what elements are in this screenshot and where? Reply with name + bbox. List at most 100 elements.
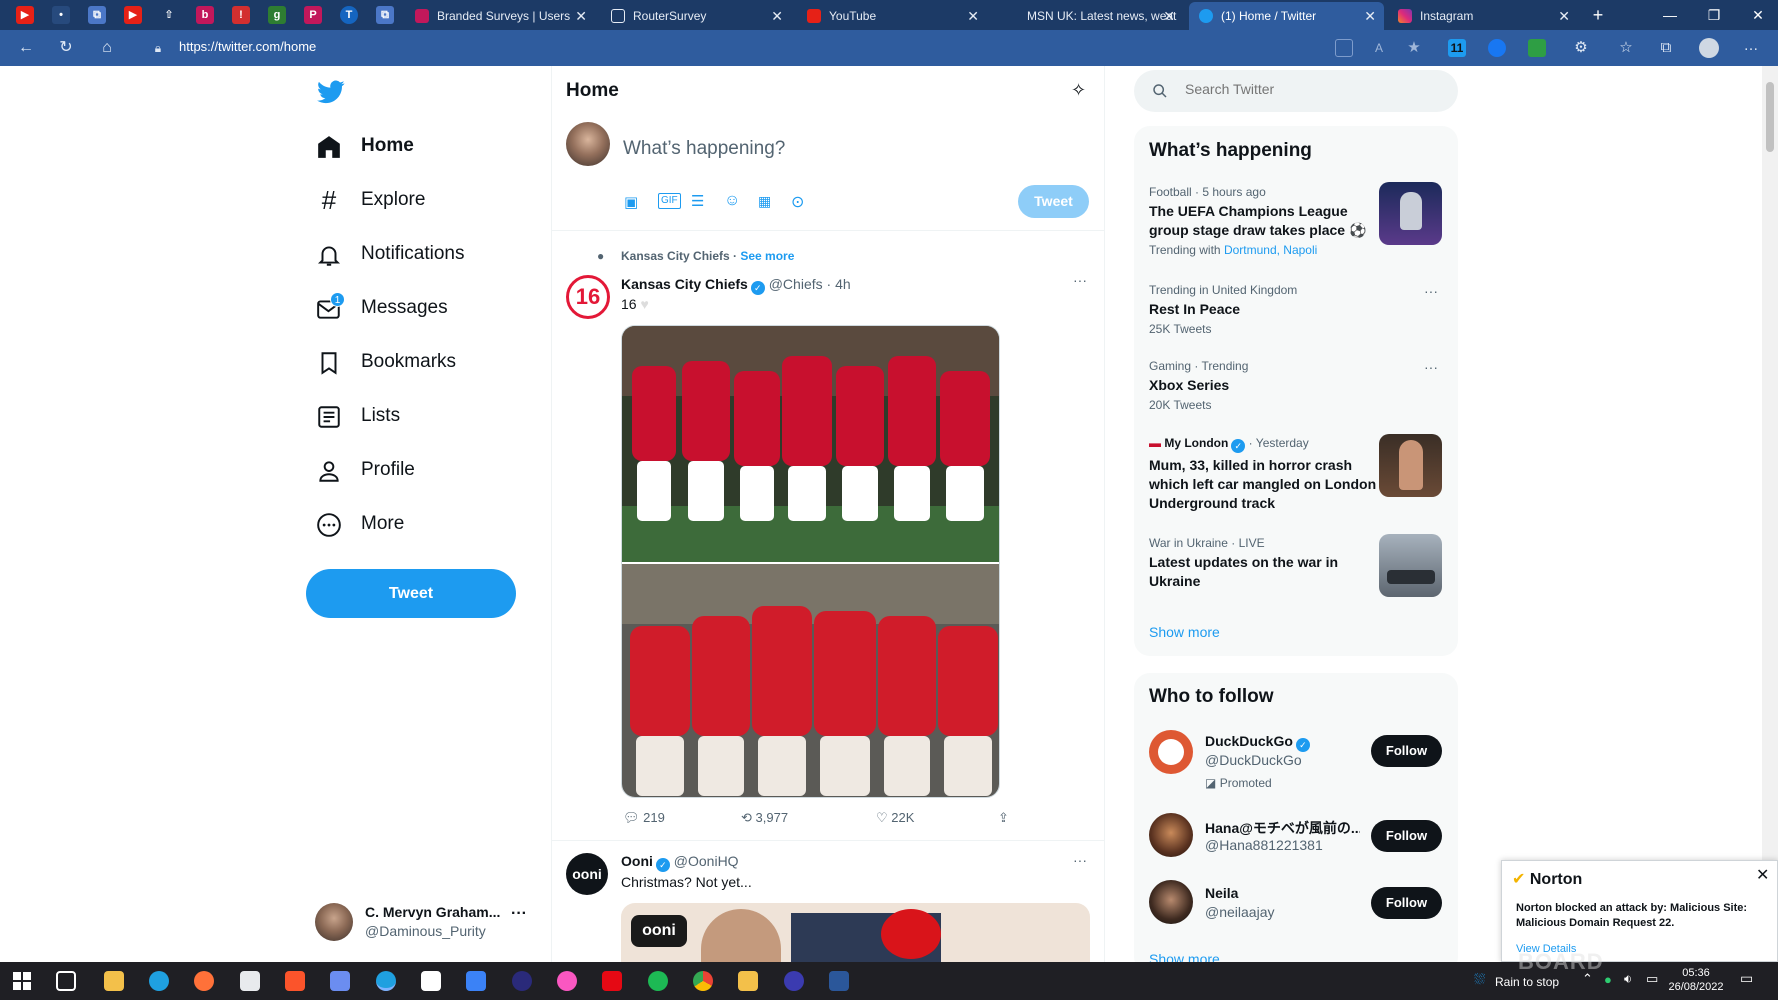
- url-field[interactable]: https://twitter.com/home: [179, 39, 316, 54]
- close-icon[interactable]: ✕: [575, 2, 587, 30]
- retweet-button[interactable]: ⟲ 3,977: [741, 810, 788, 826]
- clock[interactable]: 05:36 26/08/2022: [1666, 966, 1726, 994]
- windows-start-icon[interactable]: [12, 971, 32, 991]
- image-icon[interactable]: ▣: [624, 193, 638, 211]
- nav-profile[interactable]: Profile: [316, 450, 536, 490]
- close-icon[interactable]: ✕: [967, 2, 979, 30]
- itunes-icon[interactable]: [557, 971, 577, 991]
- follow-name[interactable]: Hana@モチベが風前の...: [1205, 818, 1360, 838]
- follow-name[interactable]: DuckDuckGo ✓: [1205, 733, 1310, 752]
- poll-icon[interactable]: ☰: [691, 192, 704, 210]
- tweet-author-handle[interactable]: @Chiefs: [769, 276, 823, 292]
- schedule-icon[interactable]: ▦: [758, 193, 771, 210]
- pinned-tab-icon[interactable]: g: [268, 6, 286, 24]
- media-player-icon[interactable]: [512, 971, 532, 991]
- hana-avatar[interactable]: [1149, 813, 1193, 857]
- tweet-media[interactable]: ooni: [621, 903, 1090, 962]
- close-icon[interactable]: ✕: [1163, 2, 1175, 30]
- close-icon[interactable]: ✕: [1558, 2, 1570, 30]
- account-switcher[interactable]: C. Mervyn Graham... @Daminous_Purity ···: [315, 903, 530, 953]
- network-icon[interactable]: ▭: [1646, 971, 1658, 987]
- app-icon[interactable]: [330, 971, 350, 991]
- close-icon[interactable]: ✕: [771, 2, 783, 30]
- brave-icon[interactable]: [285, 971, 305, 991]
- trend-item[interactable]: Gaming · Trending Xbox Series 20K Tweets: [1149, 359, 1379, 412]
- more-dots-icon[interactable]: ···: [1424, 283, 1438, 299]
- reader-icon[interactable]: [1335, 39, 1353, 57]
- netflix-icon[interactable]: [602, 971, 622, 991]
- follow-button[interactable]: Follow: [1371, 887, 1442, 919]
- trend-item[interactable]: ▬ My London ✓ · Yesterday Mum, 33, killed…: [1149, 436, 1379, 513]
- reply-button[interactable]: 💬︎ 219: [623, 810, 665, 826]
- translate-pinned-tab-icon[interactable]: ⧉: [88, 6, 106, 24]
- nav-more[interactable]: More: [316, 504, 536, 544]
- gif-icon[interactable]: GIF: [658, 193, 681, 209]
- follow-button[interactable]: Follow: [1371, 735, 1442, 767]
- share-icon[interactable]: ⇪: [998, 810, 1009, 826]
- word-icon[interactable]: [829, 971, 849, 991]
- like-button[interactable]: ♡ 22K: [876, 810, 914, 826]
- scrollbar-track[interactable]: [1762, 66, 1778, 962]
- trend-thumbnail[interactable]: [1379, 534, 1442, 597]
- more-dots-icon[interactable]: ···: [511, 905, 527, 923]
- ooni-avatar[interactable]: ooni: [566, 853, 608, 895]
- youtube-pinned-tab-icon[interactable]: ▶: [124, 6, 142, 24]
- tab-youtube[interactable]: YouTube ✕: [797, 2, 987, 30]
- edge-icon[interactable]: [149, 971, 169, 991]
- restore-button[interactable]: ❐: [1694, 0, 1734, 30]
- close-icon[interactable]: ✕: [1364, 2, 1376, 30]
- read-aloud-icon[interactable]: A: [1370, 39, 1388, 57]
- tab-branded-surveys[interactable]: Branded Surveys | Users ✕: [405, 2, 595, 30]
- app-icon[interactable]: [421, 971, 441, 991]
- app-icon[interactable]: [784, 971, 804, 991]
- extension-icon[interactable]: 11: [1448, 39, 1466, 57]
- see-more-link[interactable]: See more: [740, 249, 794, 263]
- extension-icon[interactable]: [1528, 39, 1546, 57]
- sidebar-tweet-button[interactable]: Tweet: [306, 569, 516, 618]
- chevron-up-icon[interactable]: ⌃: [1582, 971, 1593, 987]
- location-icon[interactable]: ⊙: [791, 192, 804, 212]
- tweet-author-name[interactable]: Ooni: [621, 853, 653, 869]
- favorite-star-icon[interactable]: ★: [1405, 39, 1423, 57]
- more-dots-icon[interactable]: ···: [1073, 852, 1087, 868]
- task-view-icon[interactable]: [56, 971, 76, 991]
- spotify-icon[interactable]: [648, 971, 668, 991]
- trend-item[interactable]: Football · 5 hours ago The UEFA Champion…: [1149, 185, 1379, 257]
- extension-icon[interactable]: [1488, 39, 1506, 57]
- norton-tray-icon[interactable]: ●: [1604, 972, 1612, 987]
- lock-icon[interactable]: 🔒︎: [148, 38, 168, 58]
- nav-explore[interactable]: # Explore: [316, 180, 536, 220]
- collections-icon[interactable]: ⧉: [1657, 39, 1675, 57]
- new-tab-button[interactable]: +: [1578, 0, 1618, 30]
- profile-avatar-icon[interactable]: [1699, 38, 1719, 58]
- minimize-button[interactable]: —: [1650, 0, 1690, 30]
- sparkle-icon[interactable]: ✧: [1071, 80, 1086, 101]
- search-input[interactable]: [1185, 81, 1435, 97]
- back-icon[interactable]: ←: [16, 38, 36, 58]
- chiefs-avatar[interactable]: 16: [566, 275, 610, 319]
- tab-routersurvey[interactable]: RouterSurvey ✕: [601, 2, 791, 30]
- nav-messages[interactable]: 1 Messages: [316, 288, 536, 328]
- nav-bookmarks[interactable]: Bookmarks: [316, 342, 536, 382]
- show-more-link[interactable]: Show more: [1149, 624, 1220, 640]
- tweet-time[interactable]: · 4h: [827, 276, 851, 292]
- search-box[interactable]: [1134, 70, 1458, 112]
- nav-lists[interactable]: Lists: [316, 396, 536, 436]
- pinned-tab-icon[interactable]: ⇧: [160, 6, 178, 24]
- notifications-center-icon[interactable]: ▭: [1740, 970, 1753, 987]
- pinned-tab-icon[interactable]: !: [232, 6, 250, 24]
- neila-avatar[interactable]: [1149, 880, 1193, 924]
- zoom-icon[interactable]: [466, 971, 486, 991]
- more-dots-icon[interactable]: ···: [1424, 359, 1438, 375]
- compose-tweet-button[interactable]: Tweet: [1018, 185, 1089, 218]
- speaker-icon[interactable]: 🔉︎: [1624, 971, 1632, 987]
- file-explorer-icon[interactable]: [104, 971, 124, 991]
- trend-item[interactable]: War in Ukraine · LIVE Latest updates on …: [1149, 536, 1379, 591]
- branded-surveys-pinned-icon[interactable]: b: [196, 6, 214, 24]
- weather-text[interactable]: Rain to stop: [1495, 975, 1559, 989]
- trend-thumbnail[interactable]: [1379, 434, 1442, 497]
- twitter-logo-icon[interactable]: [316, 78, 346, 108]
- duckduckgo-avatar[interactable]: [1149, 730, 1193, 774]
- firefox-icon[interactable]: [194, 971, 214, 991]
- pinned-tab-icon[interactable]: P: [304, 6, 322, 24]
